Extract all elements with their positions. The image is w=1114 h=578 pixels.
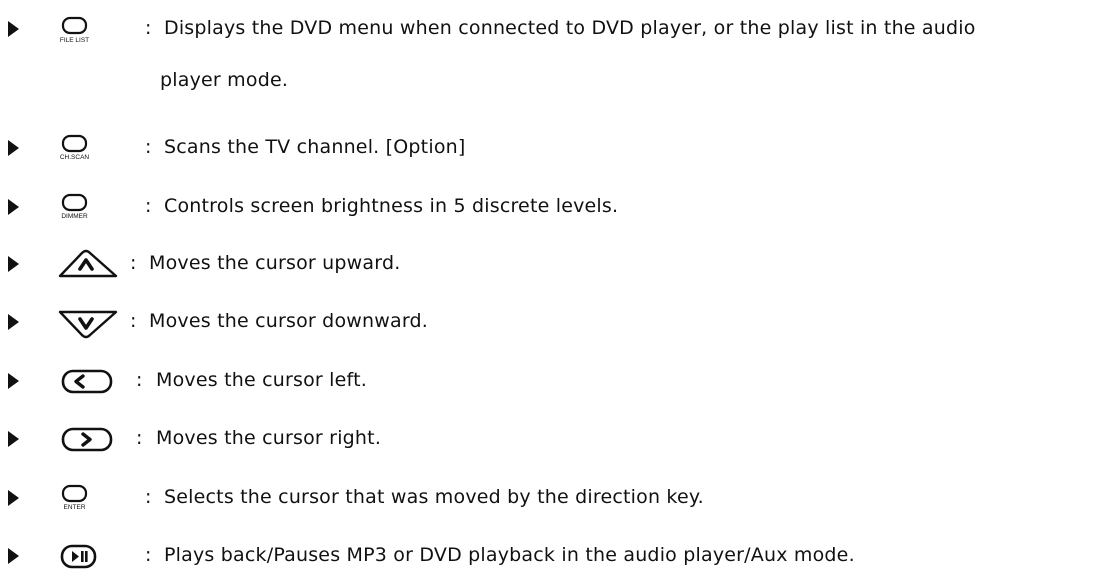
item-description: Moves the cursor downward. xyxy=(149,310,429,332)
item-description-continued: player mode. xyxy=(160,69,289,91)
bullet-arrow-icon xyxy=(8,490,19,506)
separator: : xyxy=(145,544,152,566)
separator: : xyxy=(130,252,137,274)
list-item: : Moves the cursor upward. xyxy=(0,245,1114,285)
separator: : xyxy=(136,369,143,391)
separator: : xyxy=(145,136,152,158)
list-item: ENTER : Selects the cursor that was move… xyxy=(0,479,1114,519)
list-item: DIMMER : Controls screen brightness in 5… xyxy=(0,188,1114,228)
left-arrow-key-icon xyxy=(56,362,128,402)
list-item: : Moves the cursor right. xyxy=(0,420,1114,460)
list-item: : Moves the cursor downward. xyxy=(0,303,1114,343)
bullet-arrow-icon xyxy=(8,548,19,564)
up-arrow-key-icon xyxy=(56,245,128,285)
bullet-arrow-icon xyxy=(8,140,19,156)
separator: : xyxy=(145,195,152,217)
bullet-arrow-icon xyxy=(8,431,19,447)
item-description: Selects the cursor that was moved by the… xyxy=(164,486,704,508)
item-description: Scans the TV channel. [Option] xyxy=(164,136,466,158)
separator: : xyxy=(145,17,152,39)
bullet-arrow-icon xyxy=(8,373,19,389)
item-description: Moves the cursor right. xyxy=(156,427,382,449)
play-pause-button-icon xyxy=(56,537,128,577)
enter-button-icon: ENTER xyxy=(56,479,128,519)
dimmer-button-icon: DIMMER xyxy=(56,188,128,228)
down-arrow-key-icon xyxy=(56,303,128,343)
svg-text:ENTER: ENTER xyxy=(63,504,85,511)
list-item: CH.SCAN : Scans the TV channel. [Option] xyxy=(0,129,1114,169)
bullet-arrow-icon xyxy=(8,314,19,330)
right-arrow-key-icon xyxy=(56,420,128,460)
bullet-arrow-icon xyxy=(8,256,19,272)
bullet-arrow-icon xyxy=(8,21,19,37)
item-description: Plays back/Pauses MP3 or DVD playback in… xyxy=(164,544,855,566)
item-description: Controls screen brightness in 5 discrete… xyxy=(164,195,619,217)
file-list-button-icon: FILE LIST xyxy=(56,10,128,50)
list-item: : Moves the cursor left. xyxy=(0,362,1114,402)
separator: : xyxy=(130,310,137,332)
svg-text:DIMMER: DIMMER xyxy=(61,213,88,220)
list-item: FILE LIST : Displays the DVD menu when c… xyxy=(0,10,1114,91)
separator: : xyxy=(136,427,143,449)
ch-scan-button-icon: CH.SCAN xyxy=(56,129,128,169)
list-item: : Plays back/Pauses MP3 or DVD playback … xyxy=(0,537,1114,577)
separator: : xyxy=(145,486,152,508)
svg-text:CH.SCAN: CH.SCAN xyxy=(60,154,90,161)
item-description: Moves the cursor upward. xyxy=(149,252,401,274)
svg-text:FILE LIST: FILE LIST xyxy=(60,37,89,44)
item-description: Moves the cursor left. xyxy=(156,369,367,391)
item-description: Displays the DVD menu when connected to … xyxy=(164,17,976,39)
bullet-arrow-icon xyxy=(8,199,19,215)
